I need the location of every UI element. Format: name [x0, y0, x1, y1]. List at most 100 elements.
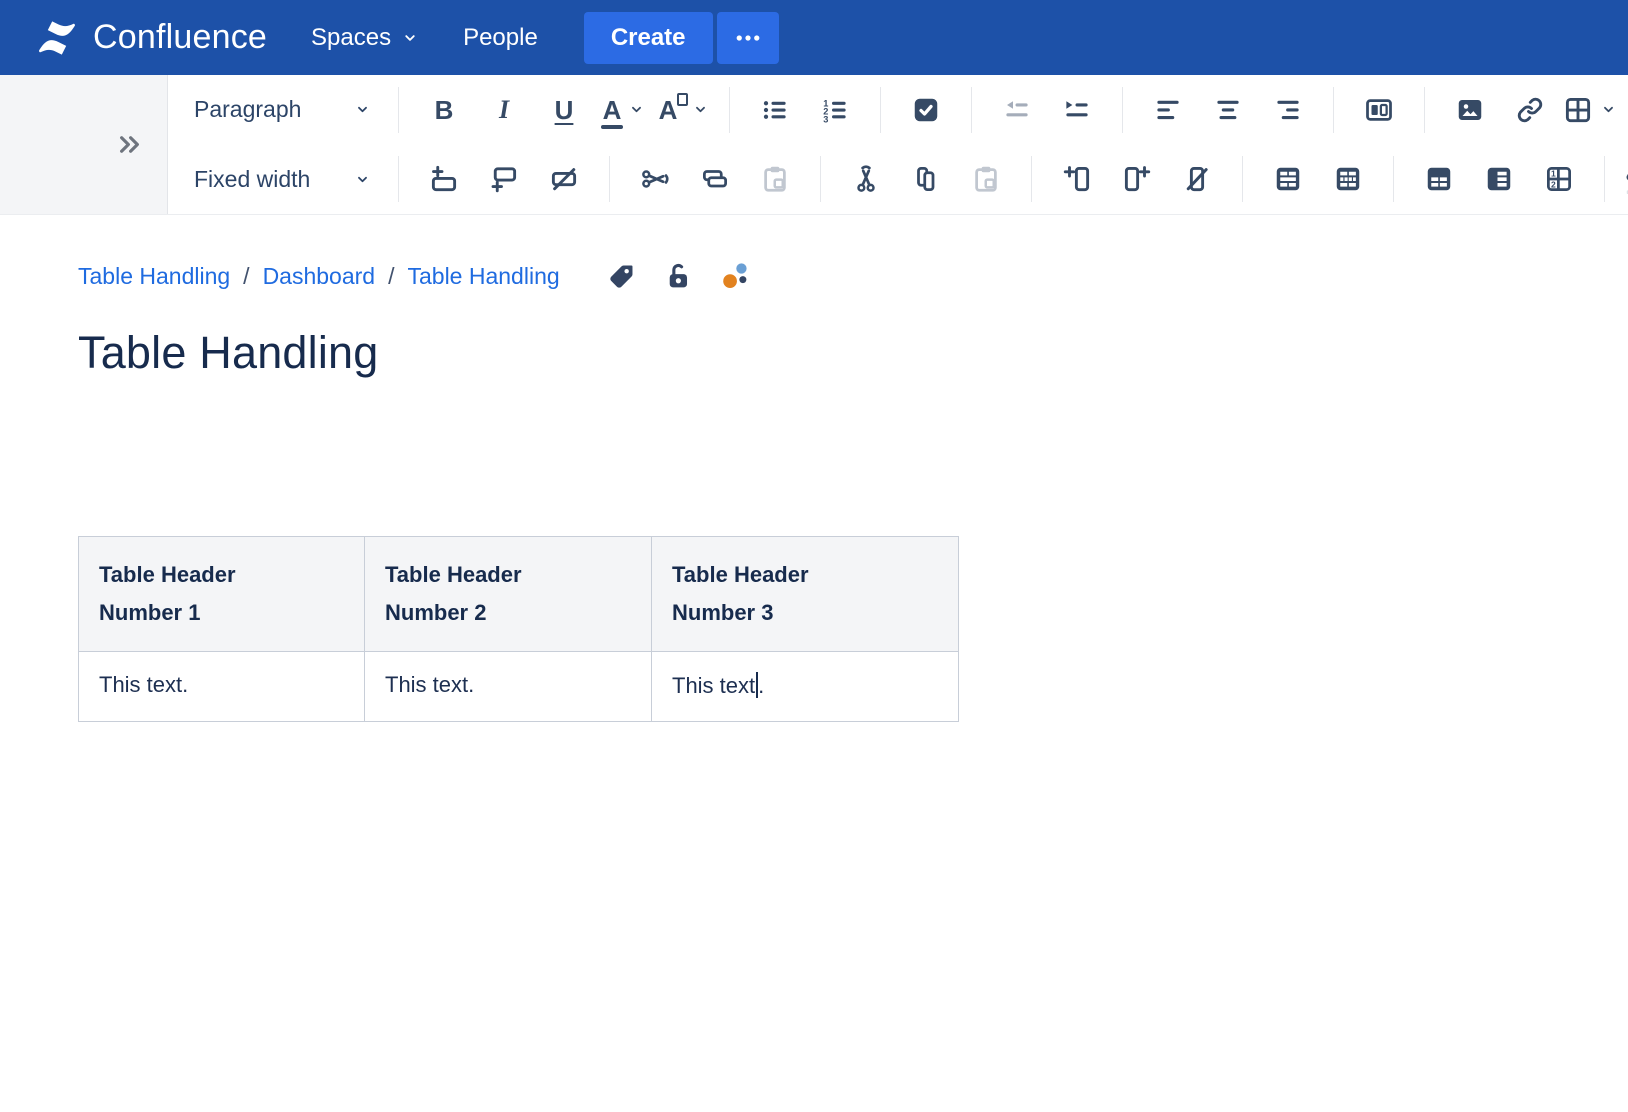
confluence-logo-icon: [34, 15, 80, 61]
paste-column-icon: [971, 164, 1001, 194]
table-icon: [1563, 95, 1593, 125]
header-row-button[interactable]: [1409, 155, 1469, 203]
label-tag-icon: [606, 261, 637, 292]
chevron-down-icon: [692, 101, 709, 118]
cell-color-dropdown[interactable]: [1620, 155, 1628, 203]
task-list-button[interactable]: [896, 86, 956, 134]
merge-cells-button[interactable]: [1258, 155, 1318, 203]
indent-button[interactable]: [1047, 86, 1107, 134]
align-center-button[interactable]: [1198, 86, 1258, 134]
bold-button[interactable]: B: [414, 86, 474, 134]
numbering-column-button[interactable]: [1529, 155, 1589, 203]
header-row-icon: [1424, 164, 1454, 194]
toolbar-separator: [971, 87, 972, 133]
underline-button[interactable]: U: [534, 86, 594, 134]
indent-icon: [1062, 95, 1092, 125]
cut-column-button[interactable]: [836, 155, 896, 203]
align-right-button[interactable]: [1258, 86, 1318, 134]
paste-column-button[interactable]: [956, 155, 1016, 203]
page-title[interactable]: Table Handling: [78, 327, 1628, 379]
bullet-list-icon: [760, 95, 790, 125]
split-cells-button[interactable]: [1318, 155, 1378, 203]
sidebar-gutter: [0, 75, 168, 214]
remove-column-icon: [1182, 164, 1212, 194]
table-width-label: Fixed width: [194, 166, 310, 193]
nav-spaces-menu[interactable]: Spaces: [311, 24, 419, 52]
more-formatting-dropdown[interactable]: A: [654, 86, 714, 134]
breadcrumb-page-link[interactable]: Table Handling: [407, 263, 559, 290]
toolbar-row-table: Fixed width: [168, 145, 1628, 215]
create-button[interactable]: Create: [584, 12, 713, 64]
chevron-down-icon: [1600, 101, 1617, 118]
link-icon: [1515, 95, 1545, 125]
table-cell-3[interactable]: This text.: [652, 651, 959, 721]
paragraph-style-label: Paragraph: [194, 96, 301, 123]
copy-row-button[interactable]: [685, 155, 745, 203]
outdent-icon: [1002, 95, 1032, 125]
align-center-icon: [1213, 95, 1243, 125]
toolbar-separator: [1242, 156, 1243, 202]
nav-people-link[interactable]: People: [463, 24, 538, 52]
table-header-cell-3[interactable]: Table Header Number 3: [652, 537, 959, 652]
italic-button[interactable]: I: [474, 86, 534, 134]
insert-column-right-icon: [1122, 164, 1152, 194]
insert-row-below-button[interactable]: [474, 155, 534, 203]
table-cell-2[interactable]: This text.: [365, 651, 652, 721]
restrictions-button[interactable]: [663, 261, 694, 292]
insert-row-above-icon: [429, 164, 459, 194]
breadcrumb: Table Handling / Dashboard / Table Handl…: [78, 261, 1628, 292]
bullet-list-button[interactable]: [745, 86, 805, 134]
insert-column-left-button[interactable]: [1047, 155, 1107, 203]
table-header-cell-2[interactable]: Table Header Number 2: [365, 537, 652, 652]
create-more-button[interactable]: [717, 12, 779, 64]
insert-link-button[interactable]: [1500, 86, 1560, 134]
table-width-dropdown[interactable]: Fixed width: [188, 155, 383, 203]
toolbar-rows: Paragraph B I U A A: [168, 75, 1628, 214]
toolbar-separator: [729, 87, 730, 133]
toolbar-separator: [1424, 87, 1425, 133]
toolbar-separator: [880, 87, 881, 133]
remove-row-icon: [549, 164, 579, 194]
task-checkbox-icon: [911, 95, 941, 125]
toolbar-separator: [1122, 87, 1123, 133]
numbered-list-button[interactable]: [805, 86, 865, 134]
cut-row-icon: [640, 164, 670, 194]
status-dots-icon: [720, 261, 751, 292]
labels-button[interactable]: [606, 261, 637, 292]
outdent-button[interactable]: [987, 86, 1047, 134]
expand-sidebar-button[interactable]: [116, 131, 143, 158]
insert-row-below-icon: [489, 164, 519, 194]
insert-table-dropdown[interactable]: [1560, 86, 1620, 134]
copy-column-button[interactable]: [896, 155, 956, 203]
paragraph-style-dropdown[interactable]: Paragraph: [188, 86, 383, 134]
paste-row-button[interactable]: [745, 155, 805, 203]
paste-row-icon: [760, 164, 790, 194]
app-navbar: Confluence Spaces People Create: [0, 0, 1628, 75]
table-header-row: Table Header Number 1 Table Header Numbe…: [79, 537, 959, 652]
breadcrumb-dashboard-link[interactable]: Dashboard: [263, 263, 376, 290]
table-body-row: This text. This text. This text.: [79, 651, 959, 721]
header-column-button[interactable]: [1469, 155, 1529, 203]
table-cell-1[interactable]: This text.: [79, 651, 365, 721]
insert-column-right-button[interactable]: [1107, 155, 1167, 203]
toolbar-row-formatting: Paragraph B I U A A: [168, 75, 1628, 145]
status-button[interactable]: [720, 261, 751, 292]
table-header-cell-1[interactable]: Table Header Number 1: [79, 537, 365, 652]
align-left-button[interactable]: [1138, 86, 1198, 134]
page-layout-button[interactable]: [1349, 86, 1409, 134]
insert-image-button[interactable]: [1440, 86, 1500, 134]
image-icon: [1455, 95, 1485, 125]
toolbar-separator: [820, 156, 821, 202]
chevron-down-icon: [401, 29, 419, 47]
remove-row-button[interactable]: [534, 155, 594, 203]
nav-people-label: People: [463, 24, 538, 52]
remove-column-button[interactable]: [1167, 155, 1227, 203]
cut-row-button[interactable]: [625, 155, 685, 203]
breadcrumb-space-link[interactable]: Table Handling: [78, 263, 230, 290]
ellipsis-icon: [733, 23, 763, 53]
text-color-dropdown[interactable]: A: [594, 86, 654, 134]
chevron-down-icon: [628, 101, 645, 118]
unlock-icon: [663, 261, 694, 292]
confluence-home-link[interactable]: Confluence: [34, 15, 267, 61]
insert-row-above-button[interactable]: [414, 155, 474, 203]
